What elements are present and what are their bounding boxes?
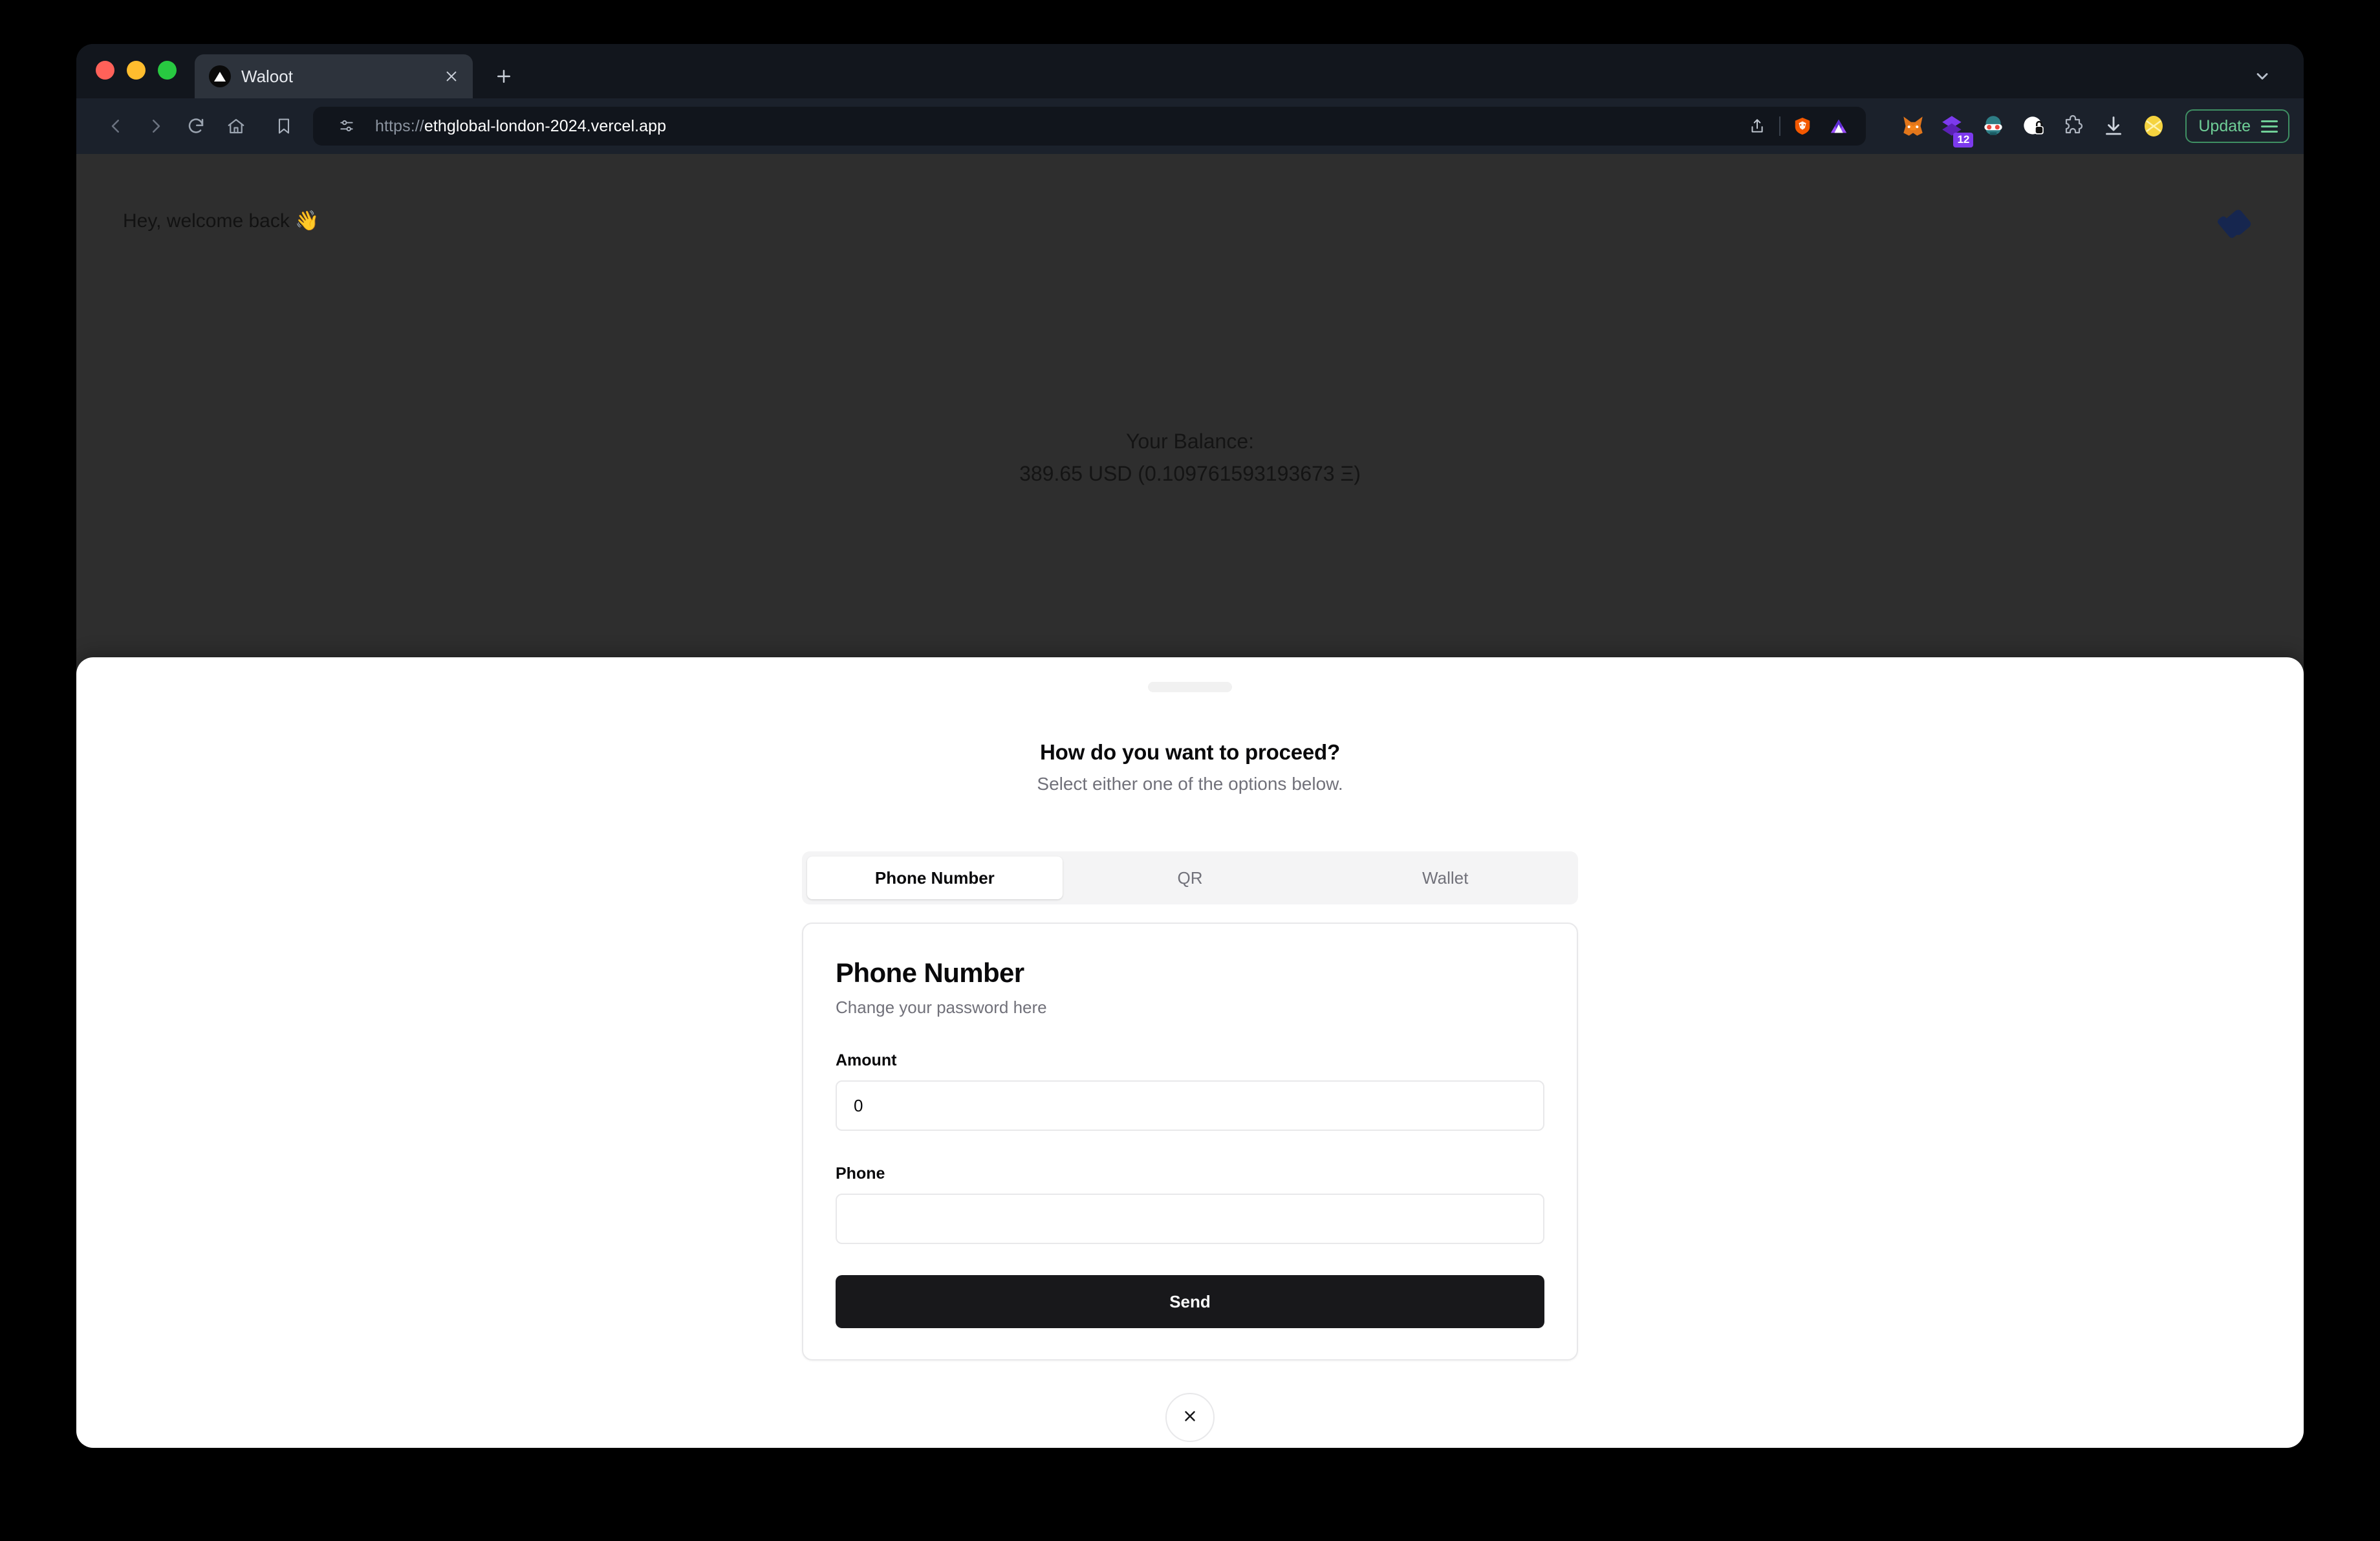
update-button[interactable]: Update [2185,109,2289,143]
card-subtitle: Change your password here [836,998,1047,1017]
bookmark-icon[interactable] [264,106,304,146]
greeting-text: Hey, welcome back 👋 [123,210,319,232]
balance-label: Your Balance: [1125,430,1255,453]
extensions-bar: 12 Update [1896,109,2289,148]
wallet-diamond-logo [2214,203,2257,246]
tab-phone-number[interactable]: Phone Number [807,857,1063,899]
url-host: ethglobal-london-2024.vercel.app [424,116,667,135]
reload-button[interactable] [176,106,216,146]
balance-value: 389.65 USD (0.109761593193673 Ξ) [1019,461,1361,485]
update-button-label: Update [2198,116,2251,135]
new-tab-button[interactable] [486,54,522,98]
share-icon[interactable] [1739,108,1775,144]
browser-window: Waloot https://ethglobal-london-2024.ver… [76,44,2304,1448]
card-title: Phone Number [836,957,1024,988]
tab-qr[interactable]: QR [1063,857,1318,899]
send-button[interactable]: Send [836,1275,1544,1328]
url-text: https://ethglobal-london-2024.vercel.app [375,117,1729,136]
tab-title: Waloot [241,66,293,86]
forward-button[interactable] [136,106,176,146]
chevron-down-icon[interactable] [2243,54,2282,98]
balance-block: Your Balance: 389.65 USD (0.109761593193… [76,426,2304,490]
close-icon [1182,1408,1198,1428]
amount-input[interactable] [836,1080,1544,1131]
puzzle-piece-icon[interactable] [2056,109,2091,144]
page-viewport: Hey, welcome back 👋 Your Balance: 389.65… [76,154,2304,1448]
option-tabs: Phone Number QR Wallet [802,851,1578,904]
drag-handle[interactable] [1148,682,1232,692]
window-controls [96,44,177,98]
sliders-icon[interactable] [329,108,365,144]
close-icon[interactable] [440,65,462,87]
close-sheet-button[interactable] [1165,1393,1215,1442]
goggles-mask-icon[interactable] [1976,109,2011,144]
address-bar[interactable]: https://ethglobal-london-2024.vercel.app [313,107,1866,146]
url-scheme: https:// [375,116,424,135]
vercel-triangle-icon [209,65,231,87]
browser-tab[interactable]: Waloot [195,54,473,98]
divider [1779,116,1781,136]
hamburger-menu-icon[interactable] [2261,120,2278,133]
sheet-title: How do you want to proceed? [1040,740,1340,764]
download-icon[interactable] [2096,109,2131,144]
phone-number-card: Phone Number Change your password here A… [802,923,1578,1361]
close-window-button[interactable] [96,60,114,80]
amount-field-group: Amount [836,1051,1544,1131]
browser-toolbar: https://ethglobal-london-2024.vercel.app [76,98,2304,154]
blue-lock-icon[interactable] [2016,109,2051,144]
brave-rewards-triangle-icon[interactable] [1821,108,1857,144]
back-button[interactable] [96,106,136,146]
purple-diamond-icon[interactable]: 12 [1936,109,1974,148]
sheet-subtitle: Select either one of the options below. [1037,774,1343,794]
minimize-window-button[interactable] [127,60,146,80]
tab-wallet[interactable]: Wallet [1317,857,1573,899]
bottom-sheet: How do you want to proceed? Select eithe… [76,657,2304,1448]
brave-shield-lion-icon[interactable] [1784,108,1821,144]
phone-label: Phone [836,1164,885,1183]
omnibox-area: https://ethglobal-london-2024.vercel.app [264,106,1866,146]
phone-input[interactable] [836,1194,1544,1244]
metamask-fox-icon[interactable] [1896,109,1931,144]
extension-badge-count: 12 [1953,133,1974,148]
amount-label: Amount [836,1051,897,1069]
yellow-profile-avatar[interactable] [2136,109,2171,144]
phone-field-group: Phone [836,1164,1544,1244]
maximize-window-button[interactable] [158,60,177,80]
home-button[interactable] [216,106,256,146]
tab-strip: Waloot [76,44,2304,98]
omnibox-actions [1739,108,1857,144]
